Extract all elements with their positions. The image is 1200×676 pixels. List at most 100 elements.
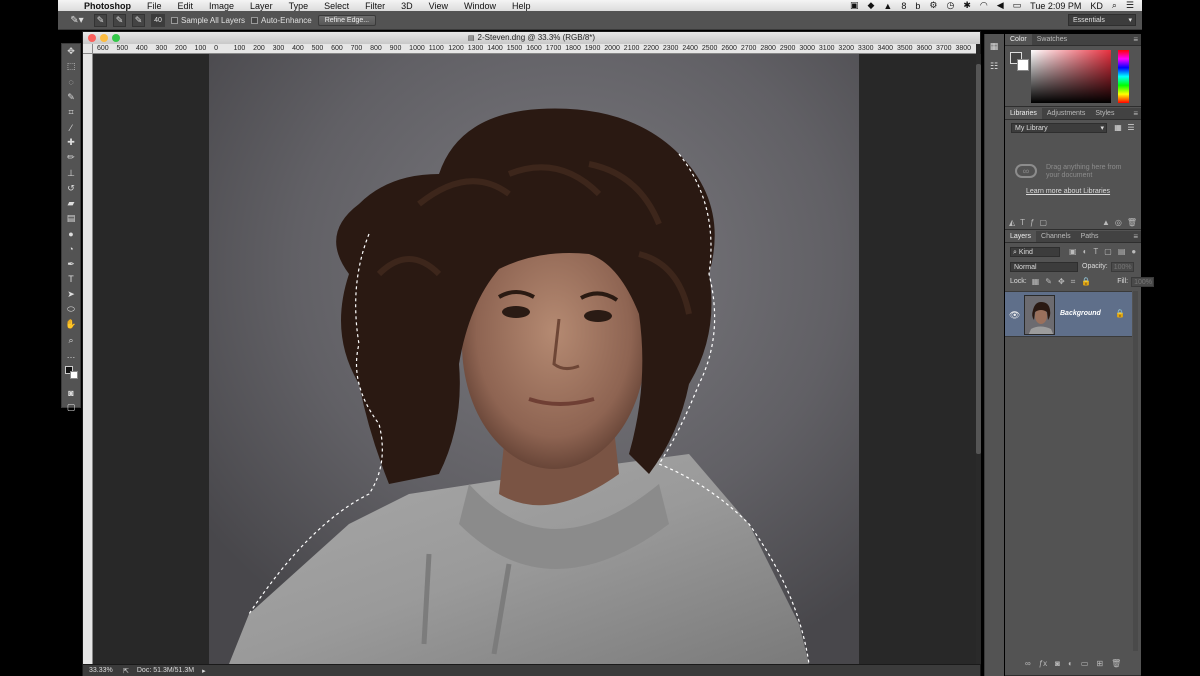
bluetooth-icon[interactable]: ✱ [963,0,971,11]
tab-layers[interactable]: Layers [1005,231,1037,242]
dropbox-icon[interactable]: ◆ [868,0,875,11]
history-brush-tool-icon[interactable]: ↺ [62,181,80,196]
ruler-origin[interactable] [83,44,93,54]
eyedropper-tool-icon[interactable]: ⁄ [62,120,80,135]
notification-center-icon[interactable]: ☰ [1126,0,1134,11]
library-dropdown[interactable]: My Library [1011,123,1107,133]
filter-toggle-icon[interactable]: ● [1131,247,1136,256]
background-color[interactable] [70,370,78,379]
learn-more-libraries-link[interactable]: Learn more about Libraries [1026,188,1110,195]
pixel-filter-icon[interactable]: ▣ [1069,247,1077,256]
portrait-photo[interactable] [209,54,859,664]
menu-file[interactable]: File [139,1,170,11]
new-selection-icon[interactable]: ✎ [94,13,107,27]
close-window-button[interactable] [88,34,96,42]
export-icon[interactable]: ⇱ [123,667,129,675]
menu-edit[interactable]: Edit [170,1,202,11]
opacity-field[interactable]: 100% [1110,261,1134,272]
delete-layer-icon[interactable]: 🗑 [1111,659,1121,668]
tab-color[interactable]: Color [1005,34,1032,45]
adobe-icon[interactable]: ▲ [883,1,892,11]
horizontal-ruler[interactable]: 600 500 400 300 200 100 0 100 200 300 400 500 600 700… [93,44,976,54]
tab-libraries[interactable]: Libraries [1005,108,1042,119]
gear-icon[interactable]: ⚙ [929,0,937,11]
background-swatch[interactable] [1017,59,1029,71]
screen-mode-icon[interactable]: ▢ [62,400,80,415]
tab-styles[interactable]: Styles [1090,108,1119,119]
tool-preset-picker-icon[interactable]: ✎▾ [66,14,88,27]
document-titlebar[interactable]: ▤ 2-Steven.dng @ 33.3% (RGB/8*) [83,32,980,44]
shape-tool-icon[interactable]: ⬭ [62,302,80,317]
new-layer-icon[interactable]: ⊞ [1096,659,1103,668]
pen-tool-icon[interactable]: ✒ [62,257,80,272]
layer-filter-kind[interactable]: ⌕ Kind [1010,246,1060,257]
list-view-icon[interactable]: ☰ [1126,123,1136,133]
clock[interactable]: Tue 2:09 PM [1030,1,1081,11]
more-tools-icon[interactable]: … [62,348,80,363]
foreground-background-swatch[interactable] [62,363,80,385]
status-menu-icon[interactable]: ▸ [202,667,206,675]
vertical-scrollbar[interactable] [976,54,981,664]
menu-type[interactable]: Type [281,1,317,11]
type-filter-icon[interactable]: T [1093,247,1098,256]
lock-transparent-icon[interactable]: ▦ [1032,277,1040,287]
link-layers-icon[interactable]: ∞ [1025,659,1031,668]
path-selection-tool-icon[interactable]: ➤ [62,287,80,302]
scrollbar-thumb[interactable] [976,64,981,454]
panel-menu-icon[interactable]: ≡ [1133,231,1141,242]
grid-view-icon[interactable]: ▦ [1113,123,1123,133]
auto-enhance-checkbox[interactable]: Auto-Enhance [251,16,312,25]
add-text-style-icon[interactable]: T [1020,218,1025,227]
tab-adjustments[interactable]: Adjustments [1042,108,1091,119]
minimize-window-button[interactable] [100,34,108,42]
adjustment-filter-icon[interactable]: ◐ [1083,247,1088,256]
layer-style-icon[interactable]: ƒx [1039,659,1047,668]
tab-paths[interactable]: Paths [1076,231,1104,242]
brush-size-field[interactable]: 40 [151,13,165,27]
menu-app-name[interactable]: Photoshop [80,1,139,11]
menu-select[interactable]: Select [316,1,357,11]
checkbox-box[interactable] [171,16,178,24]
spotlight-icon[interactable]: ⌕ [1112,0,1117,11]
hand-tool-icon[interactable]: ✋ [62,317,80,332]
subtract-from-selection-icon[interactable]: ✎ [132,13,145,27]
panel-menu-icon[interactable]: ≡ [1133,34,1141,45]
visibility-eye-icon[interactable]: 👁 [1009,310,1020,321]
trash-icon[interactable]: 🗑 [1127,218,1137,227]
refine-edge-button[interactable]: Refine Edge... [317,14,377,26]
clone-stamp-tool-icon[interactable]: ⊥ [62,166,80,181]
canvas-area[interactable] [93,54,976,664]
smart-object-filter-icon[interactable]: ▤ [1118,247,1126,256]
layer-row-background[interactable]: 👁 Background 🔒 [1005,291,1132,337]
layer-lock-icon[interactable]: 🔒 [1115,309,1125,318]
sample-all-layers-checkbox[interactable]: Sample All Layers [171,16,245,25]
zoom-tool-icon[interactable]: ⌕ [62,333,80,348]
volume-icon[interactable]: ◀ [997,0,1004,11]
brush-tool-icon[interactable]: ✏ [62,150,80,165]
marquee-tool-icon[interactable]: ⬚ [62,59,80,74]
type-tool-icon[interactable]: T [62,272,80,287]
user-name[interactable]: KD [1090,1,1103,11]
eraser-tool-icon[interactable]: ▰ [62,196,80,211]
dodge-tool-icon[interactable]: ◔ [62,241,80,256]
maximize-window-button[interactable] [112,34,120,42]
history-panel-icon[interactable]: ▦ [985,38,1003,54]
cc-sync-icon[interactable]: ◎ [1115,218,1122,227]
menu-image[interactable]: Image [201,1,242,11]
quick-selection-tool-icon[interactable]: ✎ [62,90,80,105]
lock-position-icon[interactable]: ✥ [1058,277,1065,287]
menu-3d[interactable]: 3D [393,1,421,11]
notification-count[interactable]: 8 [901,1,906,11]
tab-channels[interactable]: Channels [1036,231,1076,242]
lasso-tool-icon[interactable]: ◌ [62,74,80,89]
blend-mode-dropdown[interactable]: Normal [1010,261,1078,272]
checkbox-box[interactable] [251,16,259,24]
camera-icon[interactable]: ▣ [850,0,859,11]
add-graphic-icon[interactable]: ▢ [1040,218,1048,227]
menu-window[interactable]: Window [456,1,504,11]
blur-tool-icon[interactable]: ● [62,226,80,241]
fill-field[interactable]: 100% [1131,276,1155,287]
move-tool-icon[interactable]: ✥ [62,44,80,59]
adjustment-layer-icon[interactable]: ◐ [1068,659,1073,668]
color-swatches[interactable] [1010,52,1032,74]
